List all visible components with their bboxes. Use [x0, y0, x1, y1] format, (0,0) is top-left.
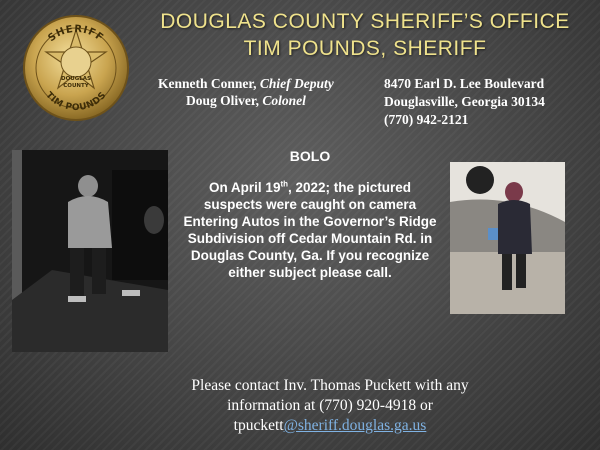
- sheriff-badge-logo: SHERIFF TIM POUNDS DOUGLAS COUNTY: [23, 15, 129, 121]
- bolo-text-start: On April 19: [208, 180, 281, 195]
- staff-person1-role: Chief Deputy: [259, 76, 334, 91]
- staff-person2-role: Colonel: [262, 93, 306, 108]
- surveillance-photo-left: [12, 150, 168, 352]
- bolo-text-rest: , 2022; the pictured suspects were caugh…: [183, 180, 437, 280]
- staff-person2-name: Doug Oliver,: [186, 93, 263, 108]
- bolo-heading: BOLO: [289, 148, 331, 164]
- staff-block: Kenneth Conner, Chief Deputy Doug Oliver…: [158, 75, 334, 109]
- address-street: 8470 Earl D. Lee Boulevard: [384, 76, 545, 91]
- contact-email-link[interactable]: @sheriff.douglas.ga.us: [284, 417, 427, 434]
- staff-line-2: Doug Oliver, Colonel: [158, 92, 334, 109]
- address-phone: (770) 942-2121: [384, 112, 469, 127]
- bolo-text: On April 19th, 2022; the pictured suspec…: [178, 179, 442, 281]
- contact-line-1: Please contact Inv. Thomas Puckett with …: [191, 377, 469, 394]
- contact-email-user: tpuckett: [233, 417, 284, 434]
- contact-line-2: information at (770) 920-4918 or: [227, 397, 433, 414]
- badge-center-bottom: COUNTY: [63, 83, 90, 89]
- header-title-line1: DOUGLAS COUNTY SHERIFF’S OFFICE: [160, 10, 570, 33]
- staff-line-1: Kenneth Conner, Chief Deputy: [158, 75, 334, 92]
- bolo-text-superscript: th: [280, 179, 289, 189]
- contact-line-3: tpuckett@sheriff.douglas.ga.us: [150, 416, 510, 436]
- contact-block: Please contact Inv. Thomas Puckett with …: [150, 376, 510, 436]
- header-title-line2: TIM POUNDS, SHERIFF: [243, 37, 487, 60]
- badge-center-top: DOUGLAS: [61, 76, 91, 82]
- address-city: Douglasville, Georgia 30134: [384, 94, 545, 109]
- staff-person1-name: Kenneth Conner,: [158, 76, 260, 91]
- surveillance-photo-right: [450, 162, 565, 314]
- address-block: 8470 Earl D. Lee Boulevard Douglasville,…: [384, 75, 545, 129]
